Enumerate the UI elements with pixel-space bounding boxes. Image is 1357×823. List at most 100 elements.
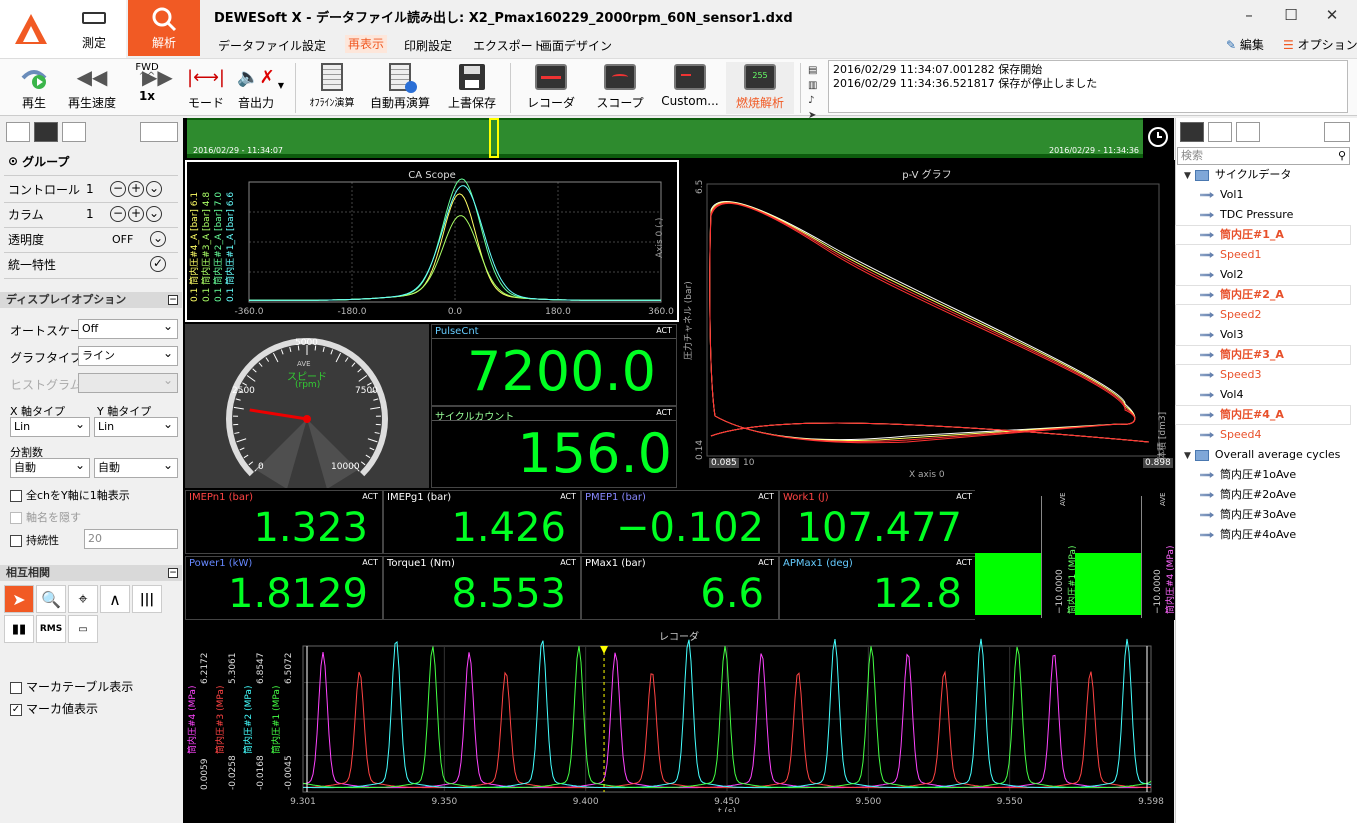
marker-value-checkbox[interactable]: ✓ マーカ値表示 bbox=[10, 700, 98, 717]
menu-settings[interactable]: 設定 bbox=[302, 37, 326, 54]
chart-tab-icon[interactable] bbox=[62, 122, 86, 142]
overview-strip[interactable]: 2016/02/29 - 11:34:07 2016/02/29 - 11:34… bbox=[187, 118, 1143, 158]
tree-channel[interactable]: 筒内圧#3_A bbox=[1176, 346, 1350, 364]
microphone-icon[interactable]: ♪ bbox=[808, 93, 817, 108]
cycle-count-meter[interactable]: サイクルカウント ACT 156.0 bbox=[431, 406, 677, 488]
tree-channel[interactable]: Vol1 bbox=[1176, 186, 1350, 204]
custom-display-button[interactable]: Custom... bbox=[660, 62, 720, 108]
value-meter[interactable]: Torque1 (Nm) ACT 8.553 bbox=[383, 556, 581, 620]
event-log[interactable]: 2016/02/29 11:34:07.001282 保存開始 2016/02/… bbox=[828, 60, 1348, 113]
minimize-button[interactable]: – bbox=[1238, 6, 1260, 24]
ruler-icon[interactable] bbox=[140, 122, 178, 142]
y-divisions-select[interactable]: 自動 bbox=[94, 456, 178, 478]
tree-folder[interactable]: ▼ Overall average cycles bbox=[1176, 446, 1350, 464]
value-meter[interactable]: PMax1 (bar) ACT 6.6 bbox=[581, 556, 779, 620]
expand-icon[interactable]: ▼ bbox=[1184, 171, 1191, 181]
value-meter[interactable]: Work1 (J) ACT 107.477 bbox=[779, 490, 977, 554]
recorder-button[interactable]: レコーダ bbox=[518, 62, 584, 111]
level-tool[interactable]: ▮▮ bbox=[4, 615, 34, 643]
pv-graph-pane[interactable]: p-V グラフ 6.5 0.14 圧力チャネル (bar) 0.085 10 0… bbox=[679, 160, 1175, 490]
tree-channel[interactable]: Vol3 bbox=[1176, 326, 1350, 344]
plus-icon[interactable]: + bbox=[128, 206, 144, 222]
chevron-down-icon[interactable]: ⌄ bbox=[146, 206, 162, 222]
graph-type-select[interactable]: ライン bbox=[78, 344, 178, 366]
tree-channel[interactable]: 筒内圧#2_A bbox=[1176, 286, 1350, 304]
value-meter[interactable]: IMEPg1 (bar) ACT 1.426 bbox=[383, 490, 581, 554]
menu-playback[interactable]: 再表示 bbox=[345, 35, 388, 53]
audio-dropdown[interactable]: ▼ bbox=[276, 77, 286, 91]
rms-tool[interactable]: RMS bbox=[36, 615, 66, 643]
audio-output-button[interactable]: 🔈✗ 音出力 bbox=[234, 62, 278, 111]
all-ch-checkbox[interactable]: 全chをY軸に1軸表示 bbox=[10, 487, 130, 503]
minus-icon[interactable]: − bbox=[110, 181, 126, 197]
ca-scope-pane[interactable]: CA Scope -360.0 -180.0 0.0 180.0 360.0 0.1 筒内… bbox=[185, 160, 679, 322]
value-meter[interactable]: APMax1 (deg) ACT 12.8 bbox=[779, 556, 977, 620]
overview-cursor[interactable] bbox=[489, 118, 499, 158]
forward-button[interactable]: ▶▶ bbox=[142, 65, 173, 89]
expand-icon[interactable]: ▼ bbox=[1184, 451, 1191, 461]
menu-screen-design[interactable]: 画面デザイン bbox=[540, 37, 612, 54]
tree-view-tab[interactable] bbox=[1180, 122, 1204, 142]
clock-icon[interactable] bbox=[1145, 124, 1171, 150]
menu-export[interactable]: エクスポート bbox=[473, 37, 545, 54]
x-axis-type-select[interactable]: Lin bbox=[10, 415, 90, 437]
close-button[interactable]: ✕ bbox=[1321, 6, 1343, 24]
tree-channel[interactable]: 筒内圧#1oAve bbox=[1176, 466, 1350, 484]
offline-calc-button[interactable]: ｵﾌﾗｲﾝ演算 bbox=[302, 62, 362, 109]
persistence-input[interactable]: 20 bbox=[84, 529, 178, 549]
zoom-tool[interactable]: 🔍 bbox=[36, 585, 66, 613]
tree-folder[interactable]: ▼ サイクルデータ bbox=[1176, 166, 1350, 184]
combustion-analysis-button[interactable]: 255 燃焼解析 bbox=[726, 62, 794, 114]
properties-tab[interactable] bbox=[6, 122, 30, 142]
list-view-tab[interactable] bbox=[1208, 122, 1232, 142]
value-meter[interactable]: Power1 (kW) ACT 1.8129 bbox=[185, 556, 383, 620]
hide-axis-checkbox[interactable]: 軸名を隠す bbox=[10, 509, 81, 525]
histogram-tool[interactable]: ||| bbox=[132, 585, 162, 613]
chevron-down-icon[interactable]: ⌄ bbox=[146, 181, 162, 197]
recorder-pane[interactable]: レコーダ 9.301 9.350 9.400 9.450 9.500 9.550 9.598… bbox=[185, 624, 1173, 812]
tree-channel[interactable]: 筒内圧#1_A bbox=[1176, 226, 1350, 244]
channel-search-input[interactable]: 検索 ⚲ bbox=[1177, 147, 1350, 165]
menu-print-settings[interactable]: 印刷設定 bbox=[404, 37, 452, 54]
overwrite-save-button[interactable]: 上書保存 bbox=[444, 62, 500, 111]
cursor-tab[interactable] bbox=[1236, 122, 1260, 142]
note-icon[interactable]: ▥ bbox=[808, 78, 817, 93]
tree-channel[interactable]: Speed4 bbox=[1176, 426, 1350, 444]
tree-channel[interactable]: Vol2 bbox=[1176, 266, 1350, 284]
analyze-mode-button[interactable]: 解析 bbox=[128, 0, 200, 56]
group-header[interactable]: ⊙ グループ bbox=[8, 150, 178, 172]
ruler-tool[interactable]: ▭ bbox=[68, 615, 98, 643]
marker-table-checkbox[interactable]: マーカテーブル表示 bbox=[10, 678, 133, 695]
peak-tool[interactable]: ∧ bbox=[100, 585, 130, 613]
value-meter[interactable]: IMEPn1 (bar) ACT 1.323 bbox=[185, 490, 383, 554]
y-axis-type-select[interactable]: Lin bbox=[94, 415, 178, 437]
tree-channel[interactable]: 筒内圧#4oAve bbox=[1176, 526, 1350, 544]
tree-channel[interactable]: 筒内圧#4_A bbox=[1176, 406, 1350, 424]
plus-icon[interactable]: + bbox=[128, 181, 144, 197]
edit-button[interactable]: ✎ 編集 bbox=[1226, 36, 1264, 53]
playback-speed-button[interactable]: ◀◀ 再生速度 bbox=[64, 62, 120, 111]
tree-channel[interactable]: TDC Pressure bbox=[1176, 206, 1350, 224]
crosshair-tool[interactable]: ⌖ bbox=[68, 585, 98, 613]
display-options-header[interactable]: ディスプレイオプション − bbox=[0, 292, 182, 308]
tree-channel[interactable]: 筒内圧#2oAve bbox=[1176, 486, 1350, 504]
play-button[interactable]: 再生 bbox=[12, 62, 56, 111]
measure-mode-button[interactable]: 測定 bbox=[62, 0, 126, 58]
tree-channel[interactable]: Speed2 bbox=[1176, 306, 1350, 324]
tree-channel[interactable]: Speed1 bbox=[1176, 246, 1350, 264]
collapse-icon[interactable]: − bbox=[168, 568, 178, 578]
check-circle-icon[interactable]: ✓ bbox=[150, 256, 166, 272]
speed-gauge[interactable]: AVE スピード (rpm) 0 2500 5000 7500 10000 bbox=[185, 324, 429, 488]
x-divisions-select[interactable]: 自動 bbox=[10, 456, 90, 478]
collapse-icon[interactable]: − bbox=[168, 295, 178, 305]
panel-layout-icon[interactable] bbox=[1324, 122, 1350, 142]
pointer-tool[interactable]: ➤ bbox=[4, 585, 34, 613]
tree-channel[interactable]: 筒内圧#3oAve bbox=[1176, 506, 1350, 524]
option-button[interactable]: ☰ オプション bbox=[1283, 36, 1357, 53]
minus-icon[interactable]: − bbox=[110, 206, 126, 222]
dewesoft-logo[interactable] bbox=[0, 0, 62, 58]
menu-data-file[interactable]: データファイル bbox=[218, 37, 302, 54]
value-meter[interactable]: PMEP1 (bar) ACT −0.102 bbox=[581, 490, 779, 554]
interaction-header[interactable]: 相互相関 − bbox=[0, 565, 182, 581]
pulse-count-meter[interactable]: PulseCnt ACT 7200.0 bbox=[431, 324, 677, 406]
